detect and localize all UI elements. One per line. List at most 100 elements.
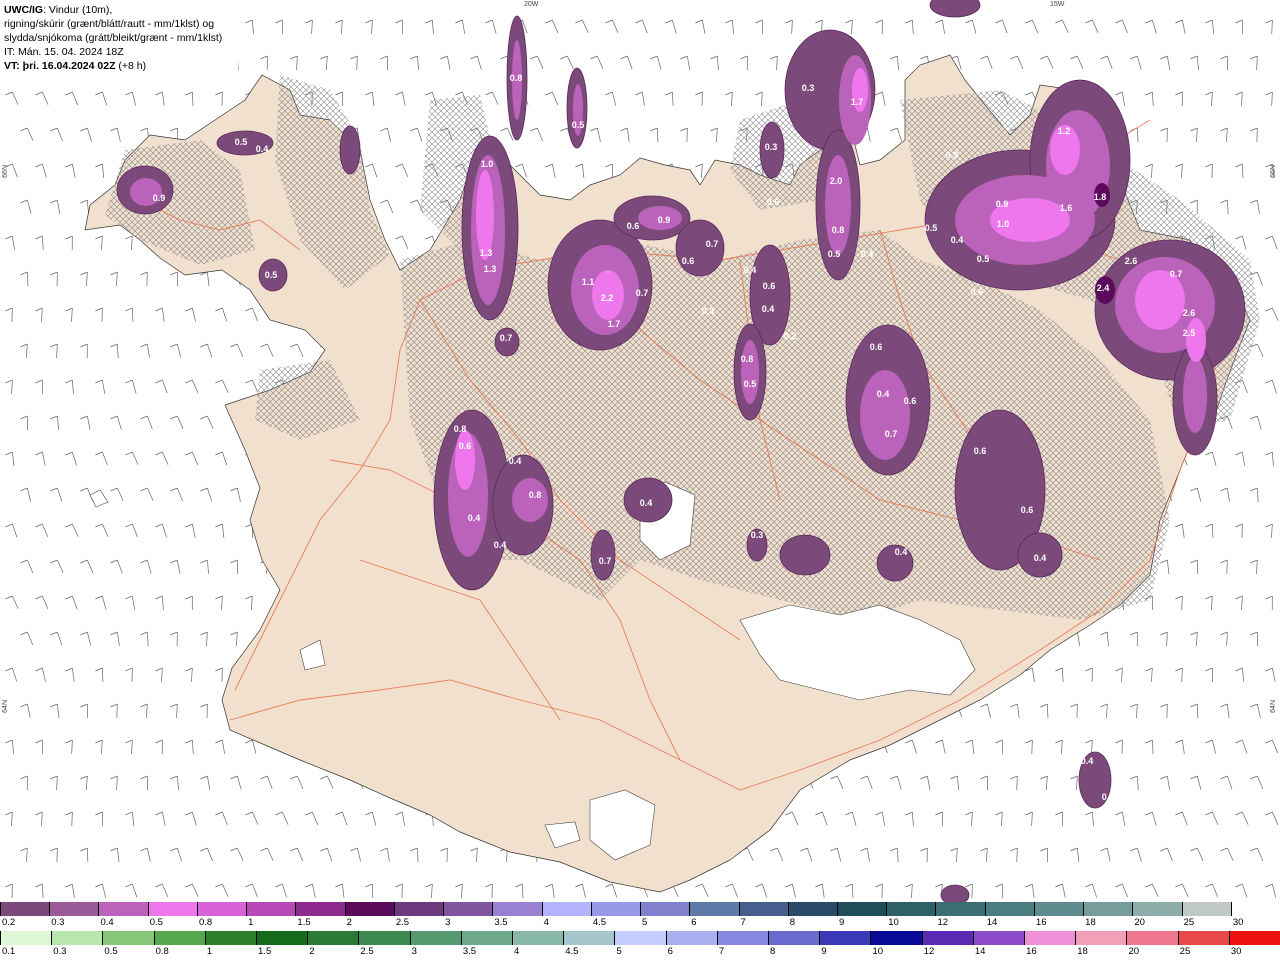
legend-swatch: [98, 902, 148, 916]
legend-label: 0.3: [53, 946, 67, 957]
legend-label: 1.5: [258, 946, 272, 957]
legend-label: 2: [346, 917, 352, 928]
legend-label: 4.5: [565, 946, 579, 957]
legend-label: 18: [1085, 917, 1096, 928]
legend-label: 20: [1134, 917, 1145, 928]
legend-swatch: [768, 931, 820, 945]
precip-value-label: 0.8: [454, 424, 467, 434]
legend-label: 6: [667, 946, 673, 957]
legend-label: 4: [543, 917, 549, 928]
legend-swatch: [0, 902, 50, 916]
precip-value-label: 0.6: [974, 446, 987, 456]
precip-value-label: 1.0: [481, 159, 494, 169]
legend-label: 0.3: [51, 917, 65, 928]
legend-swatch: [153, 931, 205, 945]
precip-value-label: 0.5: [265, 270, 278, 280]
legend-label: 4: [514, 946, 520, 957]
legend-label: 6: [691, 917, 697, 928]
precip-value-label: 0.4: [1081, 756, 1094, 766]
legend-label: 1: [206, 946, 213, 957]
forecast-offset: (+8 h): [115, 60, 147, 72]
legend-label: 25: [1183, 917, 1195, 928]
precip-value-label: 2.4: [1097, 283, 1110, 293]
precip-value-label: 0.7: [636, 288, 649, 298]
precip-value-label: 0.6: [1021, 505, 1034, 515]
legend-label: 20: [1128, 946, 1140, 957]
snow-color-legend: 0.2 0.3 0.4 0.5 0.8 1 1.5 2 2.5 3 3.5 4 4.5 5 6 7 8 9 10 12…: [0, 902, 1280, 930]
precip-value-label: 0.6: [459, 441, 472, 451]
precip-value-label: 0.4: [494, 540, 507, 550]
legend-swatch: [1230, 902, 1280, 916]
legend-swatch: [307, 931, 359, 945]
precip-value-label: 0.3: [765, 142, 778, 152]
grid-label-20w: 20W: [524, 1, 539, 8]
map-info-box: UWC/IG: Vindur (10m), rigning/skúrir (gr…: [0, 0, 238, 76]
legend-label: 30: [1230, 946, 1242, 957]
legend-label: 3.5: [462, 946, 477, 957]
init-time: IT: Mán. 15. 04. 2024 18Z: [4, 46, 124, 58]
precip-value-label: 0.8: [741, 354, 754, 364]
legend-swatch: [409, 931, 461, 945]
legend-label: 18: [1077, 946, 1088, 957]
legend-label: 10: [872, 946, 884, 957]
legend-swatch: [393, 902, 444, 916]
legend-swatch: [256, 931, 308, 945]
legend-swatch: [689, 902, 739, 916]
precip-value-label: 1.3: [480, 248, 493, 258]
precip-value-label: 0.5: [925, 223, 938, 233]
legend-label: 10: [888, 917, 899, 928]
legend-swatch: [295, 902, 345, 916]
legend-swatch: [204, 931, 257, 945]
legend-swatch: [460, 931, 513, 945]
legend-swatch: [614, 931, 666, 945]
legend-label: 5: [616, 946, 622, 957]
legend-swatch: [147, 902, 197, 916]
precip-value-label: 0.7: [599, 556, 612, 566]
legend-swatch: [563, 931, 615, 945]
legend-label: 2.5: [360, 946, 374, 957]
legend-label: 2.5: [395, 917, 410, 928]
legend-swatch: [1083, 902, 1133, 916]
legend-label: 4.5: [592, 917, 607, 928]
legend-label: 25: [1179, 946, 1191, 957]
legend-label: 12: [923, 946, 935, 957]
precip-value-label: 0.8: [510, 73, 523, 83]
legend-swatch: [984, 902, 1034, 916]
header-line2: rigning/skúrir (grænt/blátt/rautt - mm/1…: [4, 18, 215, 30]
legend-label: 14: [986, 917, 998, 928]
precip-value-label: 0.6: [627, 221, 640, 231]
legend-label: 0.4: [100, 917, 114, 928]
legend-label: 12: [937, 917, 949, 928]
precip-value-label: 0.5: [977, 254, 990, 264]
model-label: UWC/IG: [4, 4, 44, 16]
legend-label: 3: [445, 917, 451, 928]
legend-swatch: [1075, 931, 1127, 945]
precip-value-label: 1.1: [582, 277, 595, 287]
precip-value-label: 0.4: [509, 456, 522, 466]
precip-value-label: 0.6: [767, 197, 780, 207]
precip-value-label: 0.4: [762, 304, 775, 314]
precip-value-label: 0.7: [500, 333, 513, 343]
precip-value-label: 0.7: [1170, 269, 1183, 279]
legend-label: 3.5: [494, 917, 508, 928]
legend-label: 1: [248, 917, 254, 928]
legend-label: 2: [309, 946, 315, 957]
precip-value-label: 0.4: [744, 265, 757, 275]
legend-swatch: [716, 931, 769, 945]
precip-value-label: 0.4: [256, 144, 269, 154]
precip-value-label: 2.2: [601, 293, 614, 303]
precip-value-label: 0.4: [468, 513, 481, 523]
legend-swatch: [1126, 931, 1178, 945]
legend-swatch: [196, 902, 247, 916]
legend-swatch: [819, 931, 871, 945]
precip-value-label: 2.5: [1183, 328, 1196, 338]
precip-value-label: 0.9: [153, 193, 166, 203]
legend-label: 16: [1026, 946, 1037, 957]
legend-swatch: [541, 902, 591, 916]
legend-swatch: [640, 902, 690, 916]
precip-value-label: 0.7: [885, 429, 898, 439]
legend-swatch: [492, 902, 542, 916]
legend-swatch: [870, 931, 922, 945]
legend-swatch: [1024, 931, 1076, 945]
legend-label: 30: [1232, 917, 1244, 928]
